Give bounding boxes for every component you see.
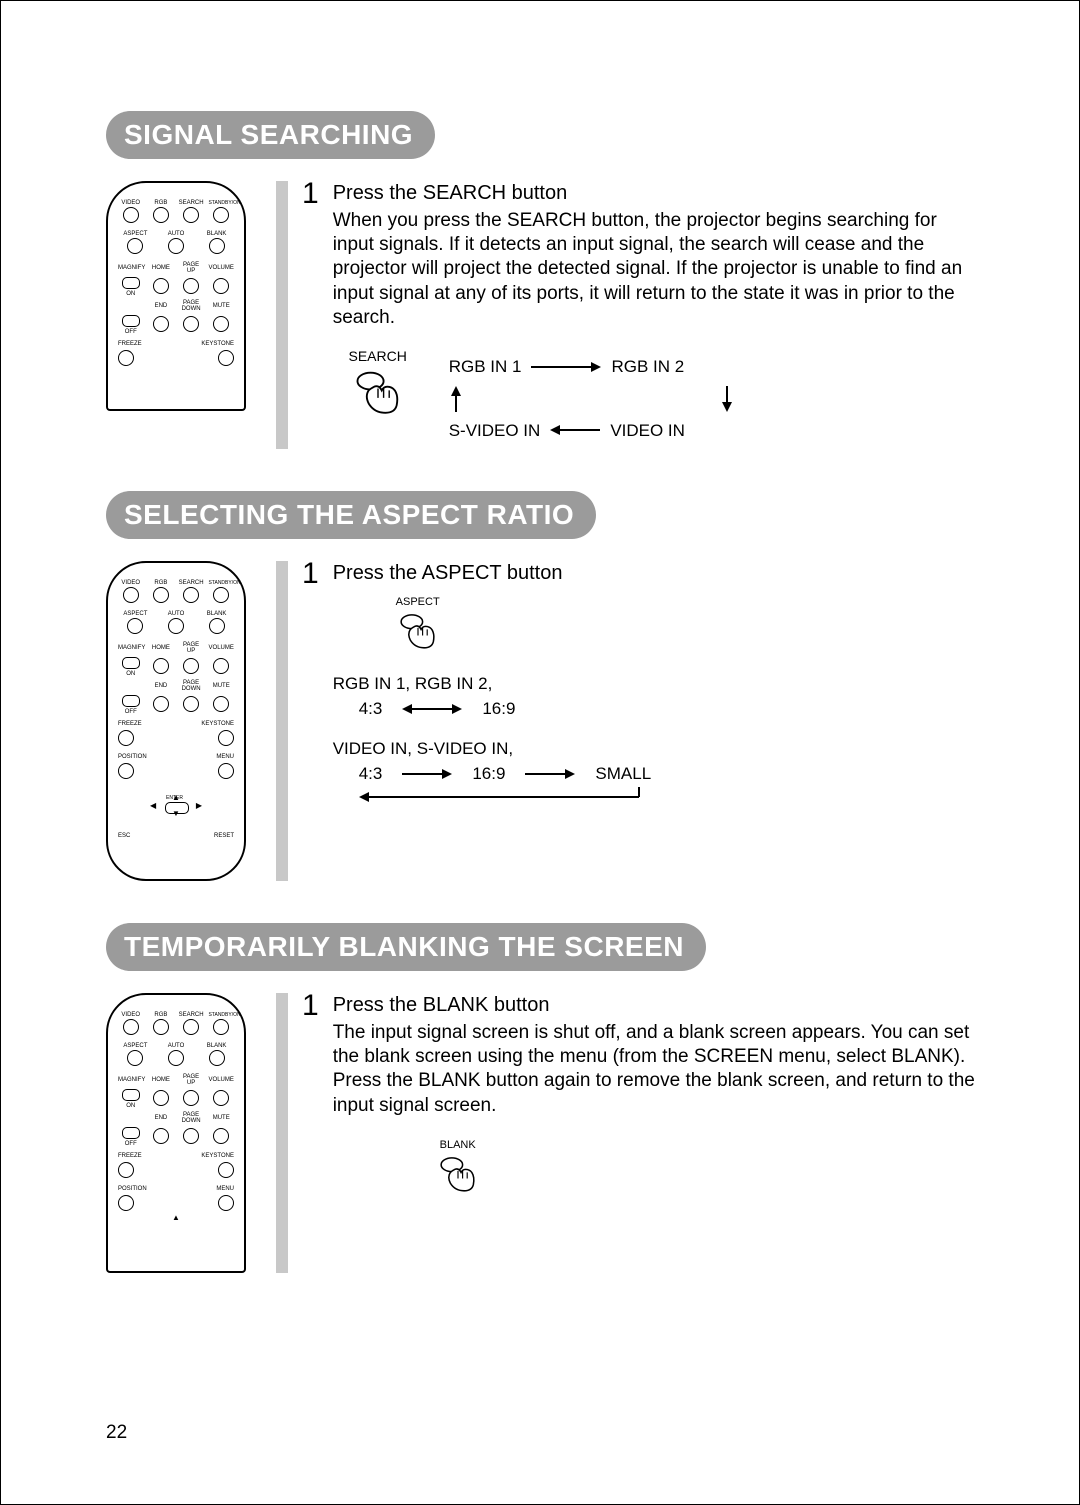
aspect-cycle-diagram: RGB IN 1, RGB IN 2, 4:3 16:9 VIDEO IN, S… [333, 671, 976, 815]
signal-flow-diagram: RGB IN 1 RGB IN 2 S-VIDEO IN [449, 348, 734, 449]
step-number: 1 [302, 559, 319, 589]
step-title: Press the ASPECT button [333, 561, 976, 587]
hand-press-icon [435, 1154, 481, 1200]
remote-illustration: VIDEO RGB SEARCH STANDBY/ON ASPECT AUTO … [106, 993, 246, 1273]
heading-blanking: TEMPORARILY BLANKING THE SCREEN [106, 923, 706, 971]
step-number: 1 [302, 991, 319, 1021]
step-body-text: When you press the SEARCH button, the pr… [333, 209, 976, 331]
section-blanking: TEMPORARILY BLANKING THE SCREEN VIDEO RG… [106, 923, 976, 1273]
heading-aspect-ratio: SELECTING THE ASPECT RATIO [106, 491, 596, 539]
section-aspect-ratio: SELECTING THE ASPECT RATIO VIDEO RGB SEA… [106, 491, 976, 881]
step-number: 1 [302, 179, 319, 209]
section-signal-searching: SIGNAL SEARCHING VIDEO RGB SEARCH STANDB… [106, 111, 976, 449]
press-search-icon: SEARCH [333, 348, 423, 424]
press-aspect-icon: ASPECT [373, 595, 463, 657]
remote-illustration: VIDEO RGB SEARCH STANDBY/ON ASPECT AUTO … [106, 181, 246, 411]
page: SIGNAL SEARCHING VIDEO RGB SEARCH STANDB… [0, 0, 1080, 1505]
press-blank-icon: BLANK [413, 1138, 503, 1200]
content-area: SIGNAL SEARCHING VIDEO RGB SEARCH STANDB… [106, 111, 976, 1315]
hand-press-icon [350, 368, 406, 424]
remote-illustration: VIDEO RGB SEARCH STANDBY/ON ASPECT AUTO … [106, 561, 246, 881]
step-title: Press the BLANK button [333, 993, 976, 1019]
step-title: Press the SEARCH button [333, 181, 976, 207]
heading-signal-searching: SIGNAL SEARCHING [106, 111, 435, 159]
page-number: 22 [106, 1422, 127, 1444]
step-body-text: The input signal screen is shut off, and… [333, 1021, 976, 1118]
hand-press-icon [395, 611, 441, 657]
